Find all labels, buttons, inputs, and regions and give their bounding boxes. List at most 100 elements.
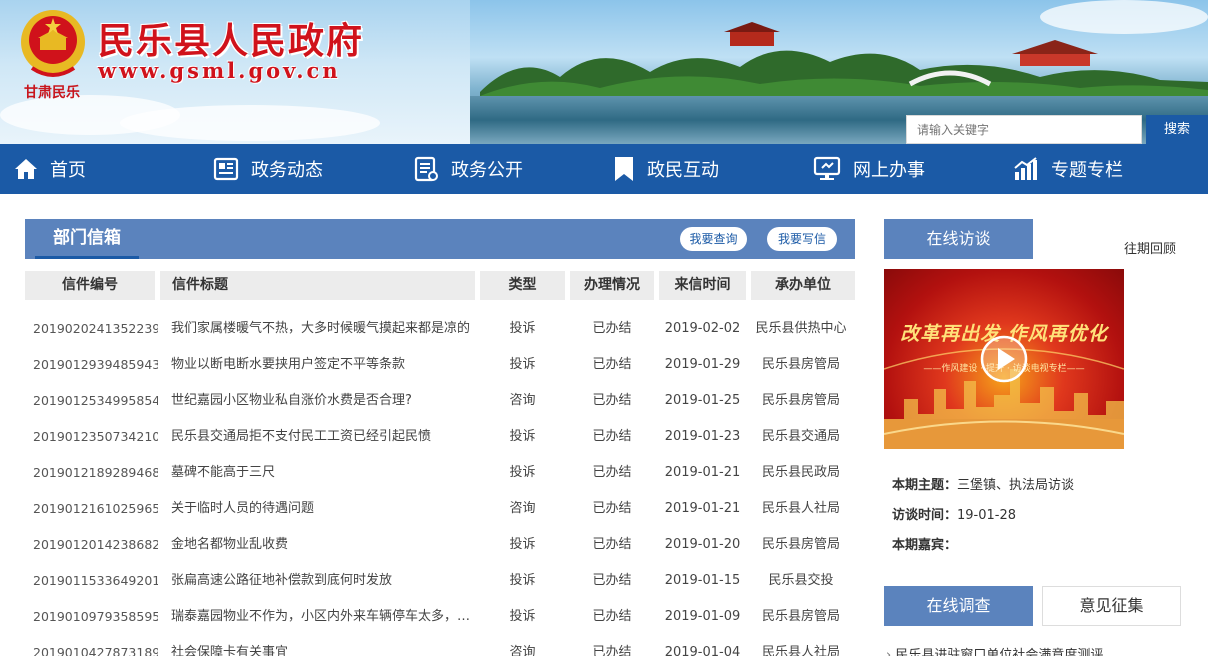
row-unit: 民乐县交投: [768, 573, 834, 588]
row-type: 投诉: [509, 321, 536, 336]
past-interviews-link[interactable]: 往期回顾: [1124, 238, 1176, 257]
row-title[interactable]: 关于临时人员的待遇问题: [171, 491, 483, 527]
row-id: 2019011533649201: [33, 573, 158, 588]
row-date: 2019-01-25: [664, 393, 741, 408]
row-status: 已办结: [592, 609, 632, 624]
row-title[interactable]: 金地名都物业乱收费: [171, 527, 483, 563]
row-date: 2019-01-09: [664, 609, 741, 624]
row-status: 已办结: [592, 321, 632, 336]
table-row: 2019012161025965 关于临时人员的待遇问题 咨询 已办结 2019-01-…: [25, 491, 855, 527]
row-id: 2019012939485943: [33, 357, 158, 372]
survey-item-title: 民乐县进驻窗口单位社会满意度测评: [895, 648, 1104, 656]
column-header-status: 办理情况: [570, 271, 654, 300]
mailbox-title: 部门信箱: [35, 219, 139, 259]
emblem-caption: 甘肃民乐: [24, 85, 80, 101]
row-date: 2019-01-04: [664, 645, 741, 656]
table-row: 2019011533649201 张扁高速公路征地补偿款到底何时发放 投诉 已办结 20…: [25, 563, 855, 599]
nav-government-news[interactable]: 政务动态: [213, 144, 323, 194]
row-id: 2019012014238682: [33, 537, 158, 552]
row-unit: 民乐县人社局: [761, 501, 840, 516]
interview-guest: 本期嘉宾：: [892, 534, 957, 553]
row-type: 投诉: [509, 357, 536, 372]
row-date: 2019-01-29: [664, 357, 741, 372]
row-type: 投诉: [509, 609, 536, 624]
tab-opinion-collection[interactable]: 意见征集: [1042, 586, 1181, 626]
site-url: www.gsml.gov.cn: [98, 58, 341, 83]
survey-list-item[interactable]: › 民乐县进驻窗口单位社会满意度测评: [886, 644, 1103, 656]
guest-label: 本期嘉宾：: [892, 538, 958, 553]
row-id: 2019020241352239: [33, 321, 158, 336]
column-header-title: 信件标题: [160, 271, 475, 300]
query-button[interactable]: 我要查询: [680, 227, 747, 251]
banner-cloud: [120, 105, 380, 141]
search-button[interactable]: 搜索: [1146, 115, 1208, 144]
row-type: 咨询: [509, 393, 536, 408]
nav-label: 政务动态: [251, 160, 323, 181]
tab-online-interview[interactable]: 在线访谈: [884, 219, 1033, 259]
table-row: 2019012939485943 物业以断电断水要挟用户签定不平等条款 投诉 已办结 2…: [25, 347, 855, 383]
row-status: 已办结: [592, 645, 632, 656]
play-icon[interactable]: [979, 334, 1029, 384]
row-title[interactable]: 民乐县交通局拒不支付民工工资已经引起民愤: [171, 419, 483, 455]
table-row: 2019012189289468 墓碑不能高于三尺 投诉 已办结 2019-01-21 民…: [25, 455, 855, 491]
nav-home[interactable]: 首页: [14, 144, 86, 194]
interview-time: 访谈时间：19-01-28: [892, 504, 1016, 523]
interview-video[interactable]: 改革再出发 作风再优化 ——作风建设 · 提升 · 访谈电视专栏——: [884, 269, 1124, 449]
bar-chart-icon: [1014, 157, 1037, 180]
nav-special-topics[interactable]: 专题专栏: [1013, 144, 1123, 194]
row-title[interactable]: 墓碑不能高于三尺: [171, 455, 483, 491]
row-id: 2019010427873189: [33, 645, 158, 656]
write-letter-button[interactable]: 我要写信: [767, 227, 837, 251]
site-title[interactable]: 民乐县人民政府: [98, 12, 364, 64]
nav-label: 首页: [50, 160, 86, 181]
bookmark-icon: [615, 157, 633, 181]
nav-interaction[interactable]: 政民互动: [613, 144, 719, 194]
home-icon: [15, 159, 37, 179]
row-status: 已办结: [592, 429, 632, 444]
row-unit: 民乐县供热中心: [755, 321, 847, 336]
row-date: 2019-01-21: [664, 465, 741, 480]
topic-value: 三堡镇、执法局访谈: [957, 478, 1075, 493]
interview-topic: 本期主题：三堡镇、执法局访谈: [892, 474, 1074, 493]
row-title[interactable]: 物业以断电断水要挟用户签定不平等条款: [171, 347, 483, 383]
nav-label: 网上办事: [853, 160, 925, 181]
row-title[interactable]: 张扁高速公路征地补偿款到底何时发放: [171, 563, 483, 599]
row-unit: 民乐县房管局: [761, 537, 840, 552]
row-id: 2019012161025965: [33, 501, 158, 516]
monitor-icon: [813, 156, 841, 180]
topic-label: 本期主题：: [892, 478, 958, 493]
nav-label: 政民互动: [647, 160, 719, 181]
row-title[interactable]: 世纪嘉园小区物业私自涨价水费是否合理?: [171, 383, 483, 419]
row-type: 投诉: [509, 465, 536, 480]
nav-label: 专题专栏: [1051, 160, 1123, 181]
nav-public-info[interactable]: 政务公开: [413, 144, 523, 194]
row-type: 投诉: [509, 429, 536, 444]
row-unit: 民乐县房管局: [761, 609, 840, 624]
table-row: 2019012014238682 金地名都物业乱收费 投诉 已办结 2019-01-20…: [25, 527, 855, 563]
row-type: 投诉: [509, 537, 536, 552]
row-title[interactable]: 我们家属楼暖气不热，大多时候暖气摸起来都是凉的: [171, 311, 483, 347]
row-status: 已办结: [592, 465, 632, 480]
time-label: 访谈时间：: [892, 508, 958, 523]
row-title[interactable]: 社会保障卡有关事宜: [171, 635, 483, 656]
row-date: 2019-01-20: [664, 537, 741, 552]
row-unit: 民乐县房管局: [761, 357, 840, 372]
column-header-date: 来信时间: [659, 271, 746, 300]
tab-online-survey[interactable]: 在线调查: [884, 586, 1033, 626]
mailbox-header: 部门信箱 我要查询 我要写信: [25, 219, 855, 259]
row-title[interactable]: 瑞泰嘉园物业不作为，小区内外来车辆停车太多，影响出行: [171, 599, 483, 635]
column-header-type: 类型: [480, 271, 565, 300]
row-status: 已办结: [592, 573, 632, 588]
main-nav: 首页 政务动态 政务公开 政民互动 网上办事 专题专栏: [0, 144, 1208, 194]
row-date: 2019-02-02: [664, 321, 741, 336]
chevron-right-icon: ›: [886, 648, 896, 656]
search-input[interactable]: [906, 115, 1142, 144]
row-unit: 民乐县交通局: [761, 429, 840, 444]
table-row: 2019010427873189 社会保障卡有关事宜 咨询 已办结 2019-01-04…: [25, 635, 855, 656]
table-row: 2019020241352239 我们家属楼暖气不热，大多时候暖气摸起来都是凉的 投…: [25, 311, 855, 347]
banner-landscape: [480, 22, 1208, 100]
nav-online-service[interactable]: 网上办事: [813, 144, 925, 194]
national-emblem-icon: [21, 10, 85, 77]
row-date: 2019-01-15: [664, 573, 741, 588]
row-type: 咨询: [509, 645, 536, 656]
